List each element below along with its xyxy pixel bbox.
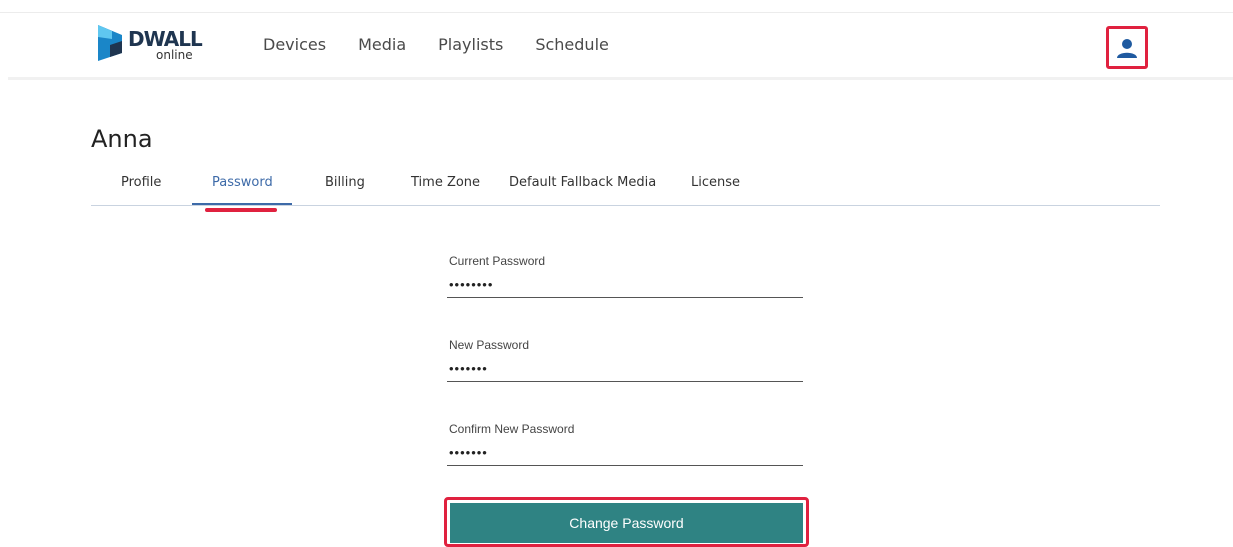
settings-tabs: Profile Password Billing Time Zone Defau…: [91, 175, 1160, 212]
brand-logo[interactable]: DWALL online: [96, 23, 216, 69]
logo-mark-icon: [98, 25, 122, 61]
tab-license[interactable]: License: [691, 175, 740, 205]
page-title: Anna: [91, 125, 153, 153]
tab-password[interactable]: Password: [212, 175, 273, 205]
change-password-button[interactable]: Change Password: [450, 503, 803, 543]
tab-billing[interactable]: Billing: [325, 175, 365, 205]
new-password-input[interactable]: [447, 356, 803, 382]
confirm-password-label: Confirm New Password: [449, 422, 575, 436]
active-tab-indicator: [192, 203, 292, 205]
tab-time-zone[interactable]: Time Zone: [411, 175, 480, 205]
nav-schedule[interactable]: Schedule: [535, 35, 609, 54]
nav-playlists[interactable]: Playlists: [438, 35, 503, 54]
navbar: DWALL online Devices Media Playlists Sch…: [8, 13, 1233, 80]
confirm-password-input[interactable]: [447, 440, 803, 466]
brand-sub: online: [156, 48, 193, 62]
confirm-password-field: Confirm New Password: [447, 418, 803, 468]
change-password-highlight: Change Password: [444, 497, 809, 547]
nav-media[interactable]: Media: [358, 35, 406, 54]
current-password-input[interactable]: [447, 272, 803, 298]
tab-default-fallback-media[interactable]: Default Fallback Media: [509, 175, 656, 205]
new-password-field: New Password: [447, 334, 803, 384]
current-password-field: Current Password: [447, 250, 803, 300]
current-password-label: Current Password: [449, 254, 546, 268]
user-icon: [1117, 38, 1137, 58]
new-password-label: New Password: [449, 338, 530, 352]
highlight-underline: [205, 208, 277, 212]
tab-profile[interactable]: Profile: [121, 175, 161, 205]
nav-devices[interactable]: Devices: [263, 35, 326, 54]
main-nav: Devices Media Playlists Schedule: [263, 35, 641, 54]
user-account-button[interactable]: [1106, 26, 1148, 69]
